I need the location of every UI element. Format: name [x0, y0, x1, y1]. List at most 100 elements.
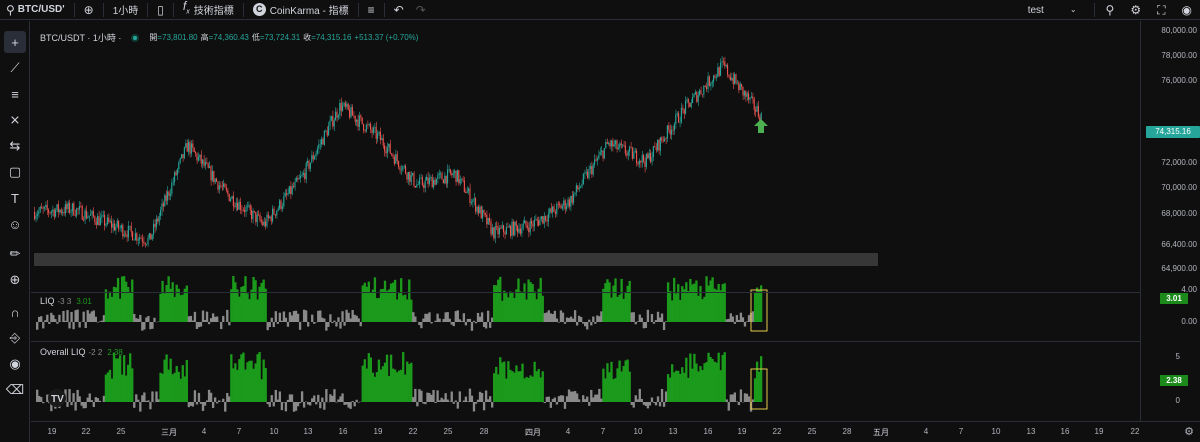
liq-bar: [491, 317, 494, 322]
liq-bar: [652, 322, 656, 324]
liq-bar: [296, 313, 300, 322]
liq-bar: [264, 288, 267, 322]
candle-body: [372, 127, 374, 133]
liq-bar: [590, 322, 593, 326]
candle-body: [575, 185, 577, 193]
candle-body: [214, 178, 216, 183]
candle-body: [161, 203, 163, 211]
liq-bar: [246, 362, 249, 402]
candle-body: [596, 158, 598, 161]
liq-bar: [420, 322, 423, 329]
liq-bar: [92, 310, 95, 322]
candle-body: [109, 221, 111, 222]
candle-body: [60, 209, 62, 213]
liq-bar: [482, 402, 486, 411]
liq-bar: [319, 402, 322, 409]
liq-bar: [632, 312, 635, 322]
candle-body: [172, 181, 174, 183]
liq-bar: [571, 391, 575, 402]
candle-body: [330, 116, 332, 121]
time-axis-label: 28: [842, 427, 852, 436]
liq-bar: [244, 276, 247, 322]
liq-bar: [54, 319, 57, 322]
liq-bar: [658, 402, 662, 407]
liq-bar: [600, 311, 603, 322]
candle-body: [358, 115, 360, 127]
candle-body: [679, 122, 681, 123]
candle-body: [592, 164, 594, 175]
candle-body: [552, 206, 554, 213]
candle-body: [119, 228, 121, 229]
candle-body: [70, 211, 72, 213]
candle-body: [302, 173, 304, 175]
liq-bar: [256, 354, 259, 402]
candle-body: [113, 223, 115, 231]
candle-body: [176, 169, 178, 175]
liq-bar: [624, 292, 627, 322]
candle-body: [567, 199, 569, 207]
candle-body: [500, 228, 502, 229]
liq-bar: [84, 402, 87, 409]
candle-body: [448, 169, 450, 170]
candle-body: [476, 206, 478, 212]
candle-body: [340, 102, 342, 111]
time-axis-label: 7: [958, 427, 964, 436]
liq-title[interactable]: LIQ: [40, 296, 55, 306]
liq-bar: [74, 310, 77, 322]
candle-body: [231, 196, 233, 199]
overall-liq-title[interactable]: Overall LIQ: [40, 347, 86, 357]
time-axis-label: 13: [303, 427, 313, 436]
liq-bar: [715, 289, 718, 322]
candle-body: [528, 227, 530, 233]
liq-bar: [280, 402, 284, 411]
candle-body: [547, 213, 549, 222]
liq-bar: [351, 400, 354, 402]
main-series-title[interactable]: BTC/USDT · 1小時 ·: [40, 31, 121, 44]
candle-body: [734, 74, 736, 84]
liq-bar: [377, 298, 381, 322]
liq-bar: [432, 389, 435, 402]
pane-divider[interactable]: [31, 341, 1140, 342]
gear-icon[interactable]: ⚙: [1184, 425, 1194, 438]
liq-bar: [598, 316, 601, 322]
time-axis-label: 25: [807, 427, 817, 436]
candle-body: [389, 143, 391, 154]
liq-bar: [302, 402, 306, 408]
candle-body: [627, 151, 629, 156]
candle-body: [353, 115, 355, 117]
liq-bar: [406, 299, 409, 322]
liq-bar: [634, 322, 637, 325]
liq-bar: [379, 289, 383, 322]
liq-bar: [331, 395, 334, 402]
liq-bar: [147, 315, 150, 322]
liq-bar: [727, 318, 730, 322]
candle-body: [147, 237, 149, 245]
liq-bar: [495, 285, 498, 322]
liq-bar: [499, 276, 502, 322]
candle-body: [67, 202, 69, 210]
liq-bar: [660, 388, 664, 402]
liq-bar: [234, 363, 237, 402]
candle-body: [223, 183, 225, 187]
liq-bar: [547, 396, 550, 402]
liq-bar: [563, 322, 567, 324]
liq-bar: [448, 318, 451, 322]
time-axis[interactable]: ⚙ 19 22 25 三月 4 7 10 13 16 19 22 25 28 四月 4 7 10 13 16 19 22…: [31, 421, 1200, 442]
chart-canvas[interactable]: TV: [0, 0, 1200, 442]
liq-bar: [207, 322, 211, 325]
candle-body: [83, 219, 85, 221]
liq-bar: [753, 292, 757, 322]
liq-bar: [561, 312, 565, 322]
time-axis-label: 三月: [161, 428, 177, 437]
liq-bar: [355, 315, 358, 322]
liq-bar: [400, 369, 403, 402]
liq-bar: [177, 288, 180, 322]
liq-bar: [274, 389, 277, 402]
liq-bar: [108, 291, 112, 322]
liq-bar: [551, 398, 555, 402]
candle-body: [507, 227, 509, 228]
support-zone-band[interactable]: [34, 253, 878, 266]
liq-bar: [131, 279, 134, 322]
pane-divider[interactable]: [31, 292, 1140, 293]
liq-bar: [444, 312, 447, 322]
